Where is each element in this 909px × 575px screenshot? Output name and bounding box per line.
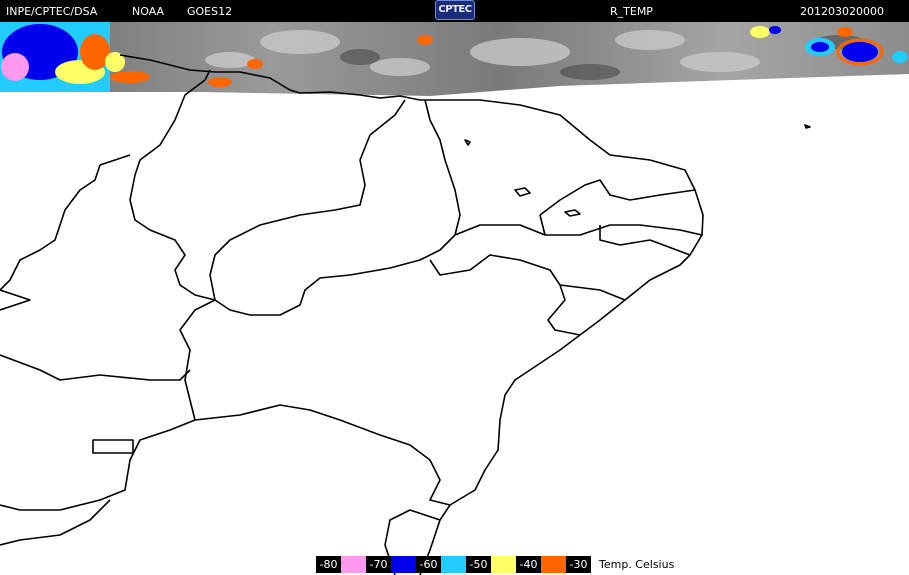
legend-swatch-minus70 bbox=[391, 556, 416, 573]
map-borders bbox=[0, 54, 811, 575]
legend-label-minus50: -50 bbox=[466, 556, 491, 573]
temperature-legend: -80 -70 -60 -50 -40 -30 Temp. Celsius bbox=[316, 556, 674, 573]
legend-swatch-minus40 bbox=[541, 556, 566, 573]
legend-label-minus30: -30 bbox=[566, 556, 591, 573]
legend-label-minus40: -40 bbox=[516, 556, 541, 573]
legend-title: Temp. Celsius bbox=[599, 558, 675, 571]
legend-label-minus60: -60 bbox=[416, 556, 441, 573]
legend-swatch-minus80 bbox=[341, 556, 366, 573]
legend-label-minus80: -80 bbox=[316, 556, 341, 573]
legend-swatch-minus60 bbox=[441, 556, 466, 573]
legend-swatch-minus50 bbox=[491, 556, 516, 573]
legend-label-minus70: -70 bbox=[366, 556, 391, 573]
